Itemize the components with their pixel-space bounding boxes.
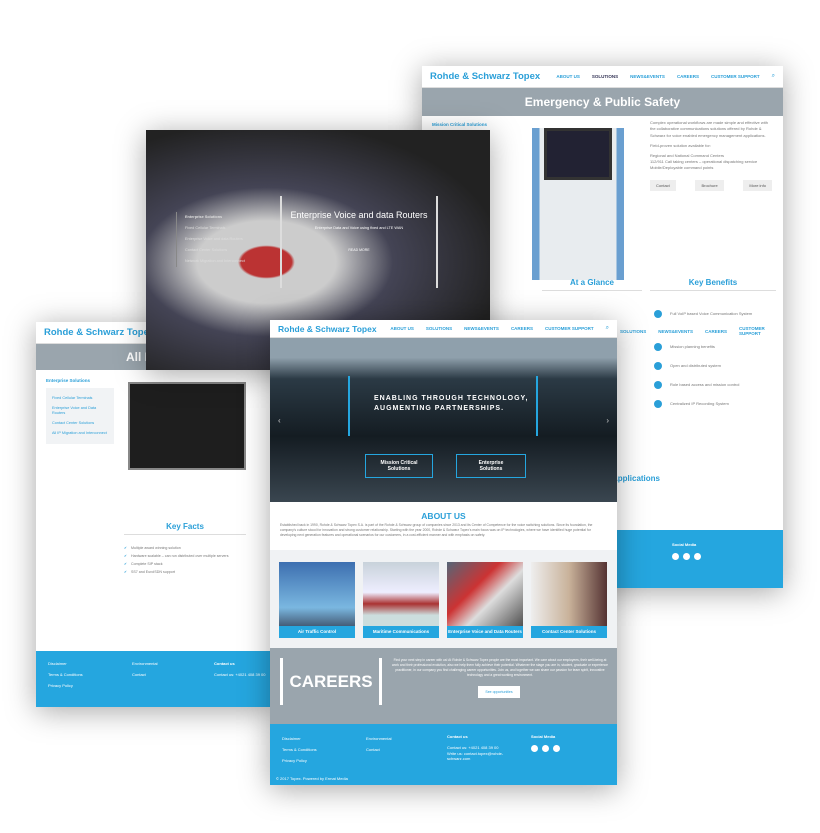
sidebar-title: Enterprise Solutions xyxy=(46,378,91,383)
search-icon[interactable]: ⌕ xyxy=(772,73,775,80)
youtube-icon[interactable] xyxy=(694,553,701,560)
facebook-icon[interactable] xyxy=(531,745,538,752)
tile-contact-center[interactable]: Contact Center Solutions xyxy=(531,562,607,638)
tile-enterprise[interactable]: Enterprise Voice and Data Routers xyxy=(447,562,523,638)
nav-bar: Rohde & Schwarz Topex ABOUT US SOLUTIONS… xyxy=(422,66,783,88)
benefit-item: Open and distributed system xyxy=(654,356,752,375)
slide-caption: Enterprise Voice and data Routers Enterp… xyxy=(280,196,438,288)
nav-solutions[interactable]: SOLUTIONS xyxy=(426,326,452,331)
nav-about[interactable]: ABOUT US xyxy=(556,74,580,79)
about-text: Established back in 1990, Rohde & Schwar… xyxy=(280,523,593,538)
footer: Disclaimer Terms & Conditions Privacy Poli… xyxy=(270,724,617,785)
read-more-link[interactable]: READ MORE xyxy=(282,248,436,252)
nav-solutions[interactable]: SOLUTIONS xyxy=(592,74,618,79)
tile-maritime[interactable]: Maritime Communications xyxy=(363,562,439,638)
benefit-item: Centralized IP Recording System xyxy=(654,394,752,413)
sidebar-title: Mission Critical Solutions xyxy=(432,122,488,127)
chevron-left-icon[interactable]: ‹ xyxy=(278,416,281,425)
nav-about[interactable]: ABOUT US xyxy=(390,326,414,331)
contact-button[interactable]: Contact xyxy=(650,179,676,191)
logo: Rohde & Schwarz Topex xyxy=(430,71,541,82)
more-info-button[interactable]: More info xyxy=(743,179,772,191)
nav-careers[interactable]: CAREERS xyxy=(511,326,533,331)
solutions-tiles: Air Traffic Control Maritime Communicati… xyxy=(270,550,617,648)
facts-list: ✔ Multiple award winning solution ✔ Hardwa… xyxy=(124,546,229,574)
key-benefits-title: Key Benefits xyxy=(650,278,776,291)
mission-critical-button[interactable]: Mission Critical Solutions xyxy=(365,454,433,478)
nav-news[interactable]: NEWS&EVENTS xyxy=(464,326,499,331)
youtube-icon[interactable] xyxy=(553,745,560,752)
home-page: Rohde & Schwarz Topex ABOUT US SOLUTIONS… xyxy=(270,320,617,785)
slider-menu: Enterprise Solutions Fixed Cellular Term… xyxy=(176,212,245,267)
footer: Disclaimer Terms & Conditions Privacy Poli… xyxy=(36,651,276,707)
benefit-item: Role based access and mission control xyxy=(654,375,752,394)
careers-heading: CAREERS xyxy=(280,658,382,705)
copyright: © 2017 Topex. Powered by Ermat Media xyxy=(276,776,348,781)
logo: Rohde & Schwarz Topex xyxy=(278,323,377,334)
hero-caption: ENABLING THROUGH TECHNOLOGY, AUGMENTING P… xyxy=(348,376,538,436)
enterprise-button[interactable]: Enterprise Solutions xyxy=(456,454,526,478)
secondary-nav: SOLUTIONS NEWS&EVENTS CAREERS CUSTOMER SUPP… xyxy=(612,320,783,342)
hero: ENABLING THROUGH TECHNOLOGY, AUGMENTING P… xyxy=(270,338,617,502)
see-opportunities-button[interactable]: See opportunities xyxy=(478,686,520,698)
page-title: Emergency & Public Safety xyxy=(422,88,783,116)
about-title: ABOUT US xyxy=(421,511,466,521)
search-icon[interactable]: ⌕ xyxy=(606,325,609,332)
key-facts-title: Key Facts xyxy=(124,522,246,535)
intro-block: Complex operational workflows are made s… xyxy=(650,120,772,191)
product-image xyxy=(128,382,246,470)
linkedin-icon[interactable] xyxy=(683,553,690,560)
applications-title: Applications xyxy=(612,474,661,483)
enterprise-page: Rohde & Schwarz Topex All I Enterprise S… xyxy=(36,322,276,707)
nav-support[interactable]: CUSTOMER SUPPORT xyxy=(711,74,760,79)
facebook-icon[interactable] xyxy=(672,553,679,560)
nav-careers[interactable]: CAREERS xyxy=(677,74,699,79)
brochure-button[interactable]: Brochure xyxy=(695,179,724,191)
linkedin-icon[interactable] xyxy=(542,745,549,752)
sidebar-menu: Fixed Cellular Terminals Enterprise Voic… xyxy=(46,388,114,445)
nav-bar: Rohde & Schwarz Topex ABOUT US SOLUTIONS… xyxy=(270,320,617,338)
at-a-glance-title: At a Glance xyxy=(542,278,642,291)
nav-news[interactable]: NEWS&EVENTS xyxy=(630,74,665,79)
chevron-right-icon[interactable]: › xyxy=(606,416,609,425)
tile-air-traffic[interactable]: Air Traffic Control xyxy=(279,562,355,638)
product-image xyxy=(532,128,624,280)
careers-section: CAREERS Find your next step in career wi… xyxy=(270,648,617,724)
nav-support[interactable]: CUSTOMER SUPPORT xyxy=(545,326,594,331)
